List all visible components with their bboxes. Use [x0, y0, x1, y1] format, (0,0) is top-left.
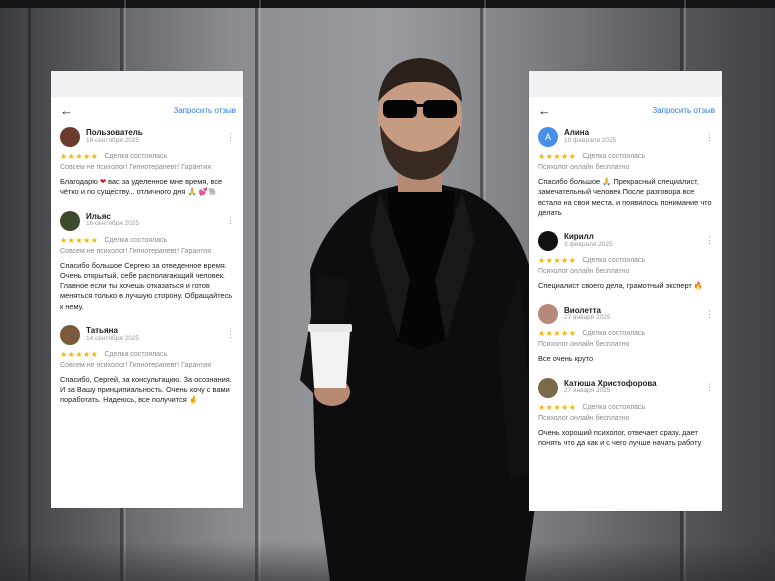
avatar: [60, 210, 80, 231]
review-text: Все очень круто: [538, 354, 594, 364]
more-options-icon[interactable]: ⋮: [705, 382, 714, 393]
avatar: А: [538, 127, 558, 147]
wall-panel-highlight: [259, 0, 261, 581]
review-text-part: Благодарю: [60, 177, 100, 187]
arrow-left-icon[interactable]: ←: [60, 104, 73, 117]
status-bar-area: [51, 71, 243, 97]
review-item: А Алина 18 февраля 2025 ⋮ ★★★★★ Сделка с…: [529, 122, 722, 226]
review-tags: Психолог онлайн бесплатно: [538, 267, 630, 275]
review-tags: Психолог онлайн бесплатно: [538, 341, 630, 349]
review-text: Спасибо, Сергей, за консультацию. За осо…: [60, 374, 232, 405]
deal-status: Сделка состоялась: [582, 403, 646, 411]
review-date: 3 февраля 2025: [564, 240, 613, 248]
review-text: Благодарю ❤ вас за уделенное мне время, …: [60, 177, 234, 197]
more-options-icon[interactable]: ⋮: [226, 215, 235, 226]
star-rating: ★★★★★: [538, 329, 577, 339]
more-options-icon[interactable]: ⋮: [705, 309, 714, 320]
review-date: 14 сентября 2025: [86, 334, 140, 342]
deal-status: Сделка состоялась: [582, 256, 646, 264]
review-text: Спасибо большое 🙏 Прекрасный специалист,…: [538, 177, 712, 217]
star-rating: ★★★★★: [538, 255, 577, 265]
review-text: Спасибо большое Сергею за отведенное вре…: [60, 260, 233, 311]
wall-panel-seam: [28, 0, 31, 581]
wall-panel-seam: [255, 0, 258, 581]
more-options-icon[interactable]: ⋮: [226, 329, 235, 340]
star-rating: ★★★★★: [538, 402, 577, 412]
review-tags: Совсем не психолог! Гипнотерапевт! Гаран…: [60, 164, 212, 171]
review-tags: Совсем не психолог! Гипнотерапевт! Гаран…: [60, 247, 212, 255]
review-text: Специалист своего дела, грамотный экспер…: [538, 281, 704, 291]
star-rating: ★★★★★: [538, 152, 577, 161]
review-date: 18 сентября 2025: [86, 136, 140, 144]
avatar: [60, 324, 80, 345]
deal-status: Сделка состоялась: [104, 153, 168, 160]
review-tags: Психолог онлайн бесплатно: [538, 164, 630, 171]
star-rating: ★★★★★: [60, 152, 99, 161]
reviews-screenshot-left: ← Запросить отзыв Пользователь 18 сентяб…: [51, 71, 243, 508]
reviews-header: ← Запросить отзыв: [51, 98, 243, 122]
review-date: 27 января 2025: [564, 387, 611, 395]
more-options-icon[interactable]: ⋮: [705, 132, 714, 143]
review-tags: Психолог онлайн бесплатно: [538, 414, 630, 422]
deal-status: Сделка состоялась: [582, 153, 646, 160]
reviews-screenshot-right: ← Запросить отзыв А Алина 18 февраля 202…: [529, 71, 722, 511]
reviews-header: ← Запросить отзыв: [529, 98, 722, 122]
deal-status: Сделка состоялась: [104, 236, 168, 244]
avatar: [538, 230, 558, 251]
more-options-icon[interactable]: ⋮: [705, 235, 714, 246]
review-item: Пользователь 18 сентября 2025 ⋮ ★★★★★ Сд…: [51, 122, 243, 206]
review-text: Очень хороший психолог, отвечает сразу, …: [538, 427, 702, 447]
request-review-link[interactable]: Запросить отзыв: [173, 106, 236, 115]
status-bar-area: [529, 71, 722, 97]
avatar: [60, 127, 80, 147]
review-item: Виолетта 27 января 2025 ⋮ ★★★★★ Сделка с…: [529, 299, 722, 372]
deal-status: Сделка состоялась: [582, 330, 646, 338]
arrow-left-icon[interactable]: ←: [538, 104, 551, 117]
review-date: 27 января 2025: [564, 314, 611, 322]
review-tags: Совсем не психолог! Гипнотерапевт! Гаран…: [60, 361, 212, 369]
avatar: [538, 377, 558, 398]
review-item: Катюша Христофорова 27 января 2025 ⋮ ★★★…: [529, 373, 722, 457]
star-rating: ★★★★★: [60, 349, 99, 359]
request-review-link[interactable]: Запросить отзыв: [652, 106, 715, 115]
man-in-black-suit-photo: [300, 58, 540, 581]
deal-status: Сделка состоялась: [104, 350, 168, 358]
review-item: Ильяс 16 сентября 2025 ⋮ ★★★★★ Сделка со…: [51, 206, 243, 320]
star-rating: ★★★★★: [60, 235, 99, 245]
review-item: Кирилл 3 февраля 2025 ⋮ ★★★★★ Сделка сос…: [529, 226, 722, 299]
ceiling-strip: [0, 0, 775, 8]
review-date: 18 февраля 2025: [564, 136, 617, 144]
avatar: [538, 304, 558, 325]
more-options-icon[interactable]: ⋮: [226, 132, 235, 143]
review-item: Татьяна 14 сентября 2025 ⋮ ★★★★★ Сделка …: [51, 320, 243, 414]
review-date: 16 сентября 2025: [86, 220, 140, 228]
